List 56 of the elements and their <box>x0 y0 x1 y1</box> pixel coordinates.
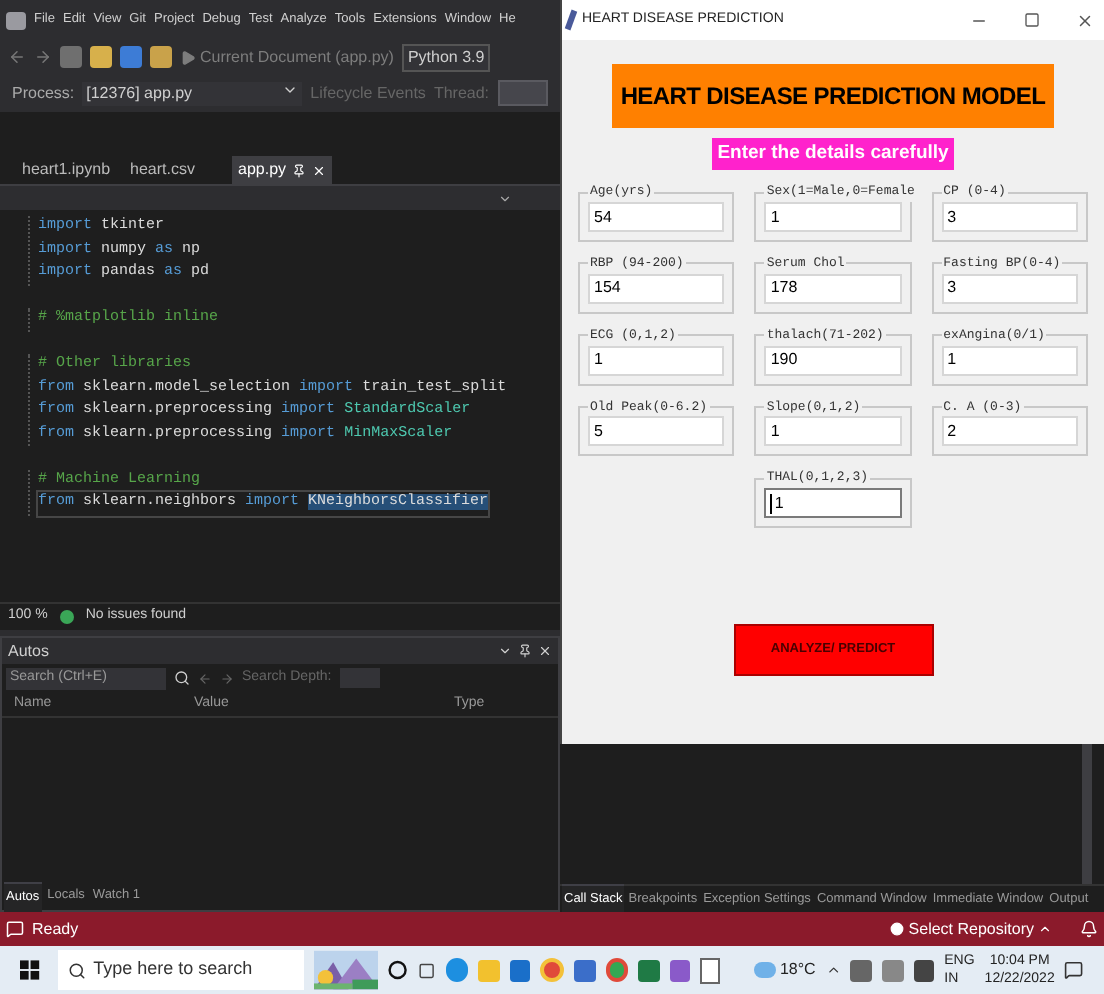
forward-icon[interactable] <box>220 671 234 685</box>
pin-icon[interactable] <box>518 644 532 658</box>
input-field[interactable]: 3 <box>941 202 1078 232</box>
input-field[interactable]: 1 <box>764 416 902 447</box>
input-field[interactable]: 178 <box>764 273 902 304</box>
input-field[interactable]: 3 <box>941 273 1078 304</box>
input-field[interactable]: 1 <box>588 345 725 375</box>
chevron-up-icon[interactable] <box>825 962 841 978</box>
file-tab[interactable]: app.py <box>232 156 332 184</box>
input-field[interactable]: 2 <box>941 416 1078 447</box>
back-icon[interactable] <box>8 48 26 66</box>
select-repository-button[interactable]: Select Repository <box>890 917 1052 941</box>
back-icon[interactable] <box>198 671 212 685</box>
blank-page-icon[interactable] <box>700 957 720 983</box>
notifications-icon[interactable] <box>1064 960 1084 980</box>
tray-icon[interactable] <box>850 959 873 981</box>
windows-logo-icon[interactable] <box>20 960 40 980</box>
forward-icon[interactable] <box>34 48 52 66</box>
maximize-icon[interactable] <box>1024 12 1040 28</box>
tray-icon[interactable] <box>913 959 935 981</box>
weather-temperature[interactable]: 18°C <box>779 958 816 982</box>
environment-dropdown[interactable]: Python 3.9 <box>401 43 491 71</box>
input-field[interactable]: 1 <box>764 488 902 518</box>
weather-icon <box>753 962 776 978</box>
input-field[interactable]: 5 <box>588 416 725 447</box>
chevron-down-icon <box>498 191 512 205</box>
search-field[interactable]: Type here to search <box>57 950 304 990</box>
thread-label: Thread: <box>433 81 490 105</box>
scrollbar[interactable] <box>1082 744 1092 884</box>
repository-icon <box>890 922 905 936</box>
close-icon[interactable] <box>1076 11 1094 29</box>
search-icon <box>67 961 86 979</box>
file-tab[interactable]: heart.csv <box>124 156 224 184</box>
process-dropdown[interactable]: [12376] app.py <box>82 81 303 105</box>
input-field[interactable]: 154 <box>588 273 725 304</box>
message-icon <box>6 920 24 938</box>
process-label: Process: <box>12 81 75 105</box>
input-field[interactable]: 1 <box>941 345 1078 375</box>
input-field[interactable]: 190 <box>764 345 902 375</box>
bell-icon[interactable] <box>1080 920 1098 938</box>
pin-icon <box>292 163 307 177</box>
close-icon <box>312 163 326 177</box>
search-icon[interactable] <box>174 670 190 686</box>
subheading-banner: Enter the details carefully <box>711 138 955 171</box>
heading-banner: HEART DISEASE PREDICTION MODEL <box>612 64 1054 128</box>
panel-title: Autos <box>8 639 49 663</box>
input-field[interactable]: 1 <box>764 202 902 232</box>
play-icon <box>180 49 196 65</box>
cortana-icon[interactable] <box>388 960 409 980</box>
chevron-down-icon[interactable] <box>498 644 512 658</box>
task-view-icon[interactable] <box>418 961 436 979</box>
status-text: Ready <box>32 917 81 941</box>
status-ok-icon <box>59 610 74 624</box>
caret-icon <box>1038 922 1052 936</box>
input-field[interactable]: 54 <box>588 202 725 232</box>
file-tab[interactable]: heart1.ipynb <box>16 156 116 184</box>
